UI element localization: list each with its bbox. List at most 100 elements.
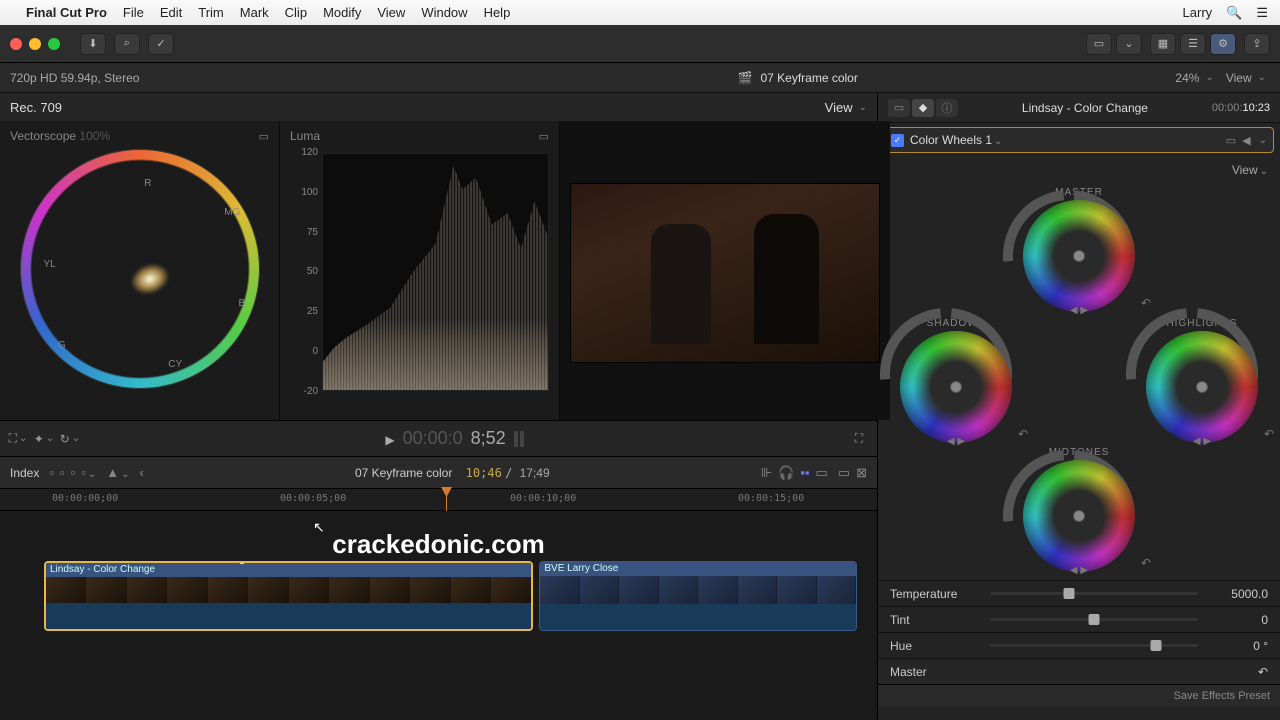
close-button[interactable]: [10, 38, 22, 50]
effect-enable-checkbox[interactable]: ✓: [891, 134, 904, 147]
scopes-row: Vectorscope 100% ▭ R MG B CY G YL Lum: [0, 121, 877, 421]
clapperboard-icon: 🎬: [738, 71, 753, 85]
timeline-ruler[interactable]: 00:00:00;00 00:00:05;00 00:00:10;00 00:0…: [0, 489, 877, 511]
keyword-button[interactable]: ⌕: [114, 33, 140, 55]
timeline[interactable]: ↖ crackedonic.com Lindsay - Color Change…: [0, 511, 877, 720]
spotlight-icon[interactable]: 🔍: [1226, 5, 1242, 21]
import-button[interactable]: ⬇: [80, 33, 106, 55]
master-section[interactable]: Master↶: [878, 658, 1280, 684]
clip-appearance-grid[interactable]: ▦: [1150, 33, 1176, 55]
insert-clip-button[interactable]: ▫: [60, 465, 65, 480]
menu-help[interactable]: Help: [484, 5, 511, 20]
maximize-button[interactable]: [48, 38, 60, 50]
clip-name: 07 Keyframe color: [760, 71, 857, 85]
info-inspector-tab[interactable]: ⓘ: [936, 99, 958, 117]
background-tasks-button[interactable]: ✓: [148, 33, 174, 55]
menu-clip[interactable]: Clip: [285, 5, 307, 20]
master-color-wheel[interactable]: ↶ ◀ ▶: [1013, 200, 1145, 312]
fullscreen-button[interactable]: ⛶: [851, 432, 867, 446]
mask-icon[interactable]: ▭: [1226, 134, 1236, 147]
scope-header: Rec. 709 View: [0, 93, 877, 121]
menu-modify[interactable]: Modify: [323, 5, 361, 20]
timeline-pos: 10;46: [466, 466, 502, 480]
slider-temperature[interactable]: Temperature5000.0: [878, 580, 1280, 606]
timecode-value: 8;52: [471, 428, 506, 449]
user-name[interactable]: Larry: [1183, 5, 1213, 20]
watermark-text: crackedonic.com: [0, 529, 877, 560]
scope-view-dropdown[interactable]: View: [825, 100, 867, 115]
menu-view[interactable]: View: [377, 5, 405, 20]
overwrite-clip-button[interactable]: ▫: [81, 465, 96, 480]
minimize-button[interactable]: [29, 38, 41, 50]
effect-selector[interactable]: ✓ Color Wheels 1 ▭ ◀: [884, 127, 1274, 153]
solo-button[interactable]: ▪▪: [800, 465, 809, 480]
scope-settings-icon[interactable]: ▭: [539, 130, 549, 143]
browser-layout-dropdown[interactable]: ⌄: [1116, 33, 1142, 55]
retime-tool[interactable]: ↻: [62, 432, 78, 446]
video-inspector-tab[interactable]: ▭: [888, 99, 910, 117]
reset-icon[interactable]: ↶: [1018, 427, 1028, 441]
scope-settings-icon[interactable]: ▭: [259, 130, 269, 143]
format-label: 720p HD 59.94p, Stereo: [10, 71, 139, 85]
inspector-title: Lindsay - Color Change: [966, 101, 1204, 115]
menu-window[interactable]: Window: [421, 5, 467, 20]
reset-icon[interactable]: ↶: [1264, 427, 1274, 441]
menu-file[interactable]: File: [123, 5, 144, 20]
window-controls: [10, 38, 60, 50]
select-tool[interactable]: ▲: [106, 465, 129, 480]
snap-button[interactable]: ▭: [816, 465, 828, 481]
control-center-icon[interactable]: ☰: [1256, 5, 1268, 21]
transport-bar: ⛶ ✦ ↻ 00:00:08;52 ⛶: [0, 421, 877, 457]
menu-edit[interactable]: Edit: [160, 5, 182, 20]
shadows-color-wheel[interactable]: SHADOWS ↶ ◀ ▶: [890, 318, 1022, 443]
app-toolbar: ⬇ ⌕ ✓ ▭ ⌄ ▦ ☰ ⚙ ⇪: [0, 25, 1280, 63]
luma-title: Luma: [290, 129, 320, 143]
luma-panel: Luma ▭ 120 100 75 50 25 0 -20: [280, 121, 560, 420]
reset-icon[interactable]: ↶: [1258, 665, 1268, 679]
audio-skim-button[interactable]: 🎧: [778, 465, 794, 481]
enhance-tool[interactable]: ✦: [36, 432, 52, 446]
menu-trim[interactable]: Trim: [198, 5, 224, 20]
zoom-dropdown[interactable]: 24%: [1175, 71, 1213, 85]
reset-icon[interactable]: ↶: [1141, 296, 1151, 310]
view-dropdown[interactable]: View: [1226, 71, 1266, 85]
color-inspector-tab[interactable]: ◆: [912, 99, 934, 117]
macos-menubar: Final Cut Pro File Edit Trim Mark Clip M…: [0, 0, 1280, 25]
preview-frame: [570, 183, 880, 363]
effect-menu-icon[interactable]: [1257, 134, 1267, 147]
connect-clip-button[interactable]: ▫: [49, 465, 54, 480]
highlights-color-wheel[interactable]: HIGHLIGHTS ↶ ◀ ▶: [1136, 318, 1268, 443]
transform-tool[interactable]: ⛶: [10, 432, 26, 446]
inspector-toggle[interactable]: ⚙: [1210, 33, 1236, 55]
browser-layout-button[interactable]: ▭: [1086, 33, 1112, 55]
inspector-view-dropdown[interactable]: View: [1232, 163, 1268, 177]
midtones-color-wheel[interactable]: ↶ ◀ ▶: [1013, 460, 1145, 572]
effect-name[interactable]: Color Wheels 1: [910, 133, 1002, 147]
tl-layout-2-button[interactable]: ⊠: [856, 465, 867, 481]
timeline-clip[interactable]: BVE Larry Close: [539, 561, 857, 631]
slider-hue[interactable]: Hue0 °: [878, 632, 1280, 658]
back-button[interactable]: ‹: [139, 465, 143, 480]
slider-tint[interactable]: Tint0: [878, 606, 1280, 632]
append-clip-button[interactable]: ▫: [71, 465, 76, 480]
timeline-toolbar: Index ▫ ▫ ▫ ▫ ▲ ‹ 07 Keyframe color 10;4…: [0, 457, 877, 489]
app-name[interactable]: Final Cut Pro: [26, 5, 107, 20]
tl-layout-button[interactable]: ▭: [838, 465, 850, 481]
save-preset-button[interactable]: Save Effects Preset: [1174, 690, 1270, 702]
timeline-title: 07 Keyframe color: [355, 466, 452, 480]
luma-waveform[interactable]: 120 100 75 50 25 0 -20: [290, 147, 549, 397]
menu-mark[interactable]: Mark: [240, 5, 269, 20]
timeline-clip[interactable]: Lindsay - Color Change: [44, 561, 533, 631]
skimming-button[interactable]: ⊪: [761, 465, 772, 481]
clip-appearance-list[interactable]: ☰: [1180, 33, 1206, 55]
play-button[interactable]: [385, 428, 394, 449]
vectorscope[interactable]: R MG B CY G YL: [20, 149, 260, 389]
preview-viewer[interactable]: [560, 121, 890, 420]
index-button[interactable]: Index: [10, 466, 39, 480]
inspector: ▭ ◆ ⓘ Lindsay - Color Change 00:00:10:23…: [878, 93, 1280, 720]
reset-icon[interactable]: ↶: [1141, 556, 1151, 570]
share-button[interactable]: ⇪: [1244, 33, 1270, 55]
vectorscope-panel: Vectorscope 100% ▭ R MG B CY G YL: [0, 121, 280, 420]
viewer-header: 720p HD 59.94p, Stereo 🎬 07 Keyframe col…: [0, 63, 1280, 93]
prev-keyframe-icon[interactable]: ◀: [1242, 134, 1250, 147]
